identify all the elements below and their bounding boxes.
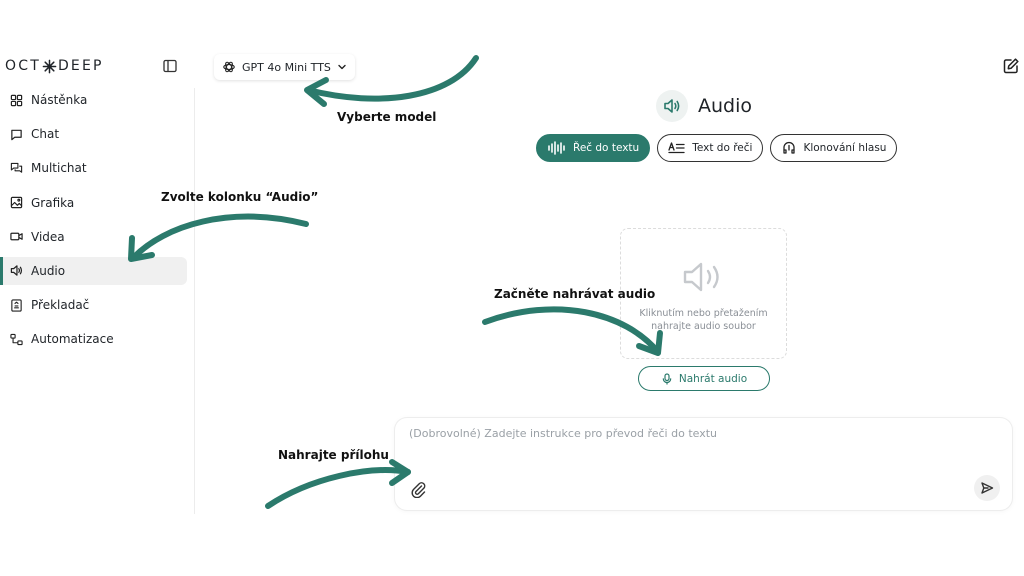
arrow-to-audio	[130, 213, 309, 261]
annotation-choose-audio: Zvolte kolonku “Audio”	[161, 190, 319, 204]
annotation-select-model: Vyberte model	[337, 110, 437, 124]
annotation-start-recording: Začněte nahrávat audio	[494, 287, 656, 301]
arrow-to-record	[482, 306, 661, 355]
arrow-to-attach	[265, 467, 411, 509]
arrow-to-model	[305, 55, 479, 102]
annotation-upload-attachment: Nahrajte přílohu	[278, 448, 389, 462]
